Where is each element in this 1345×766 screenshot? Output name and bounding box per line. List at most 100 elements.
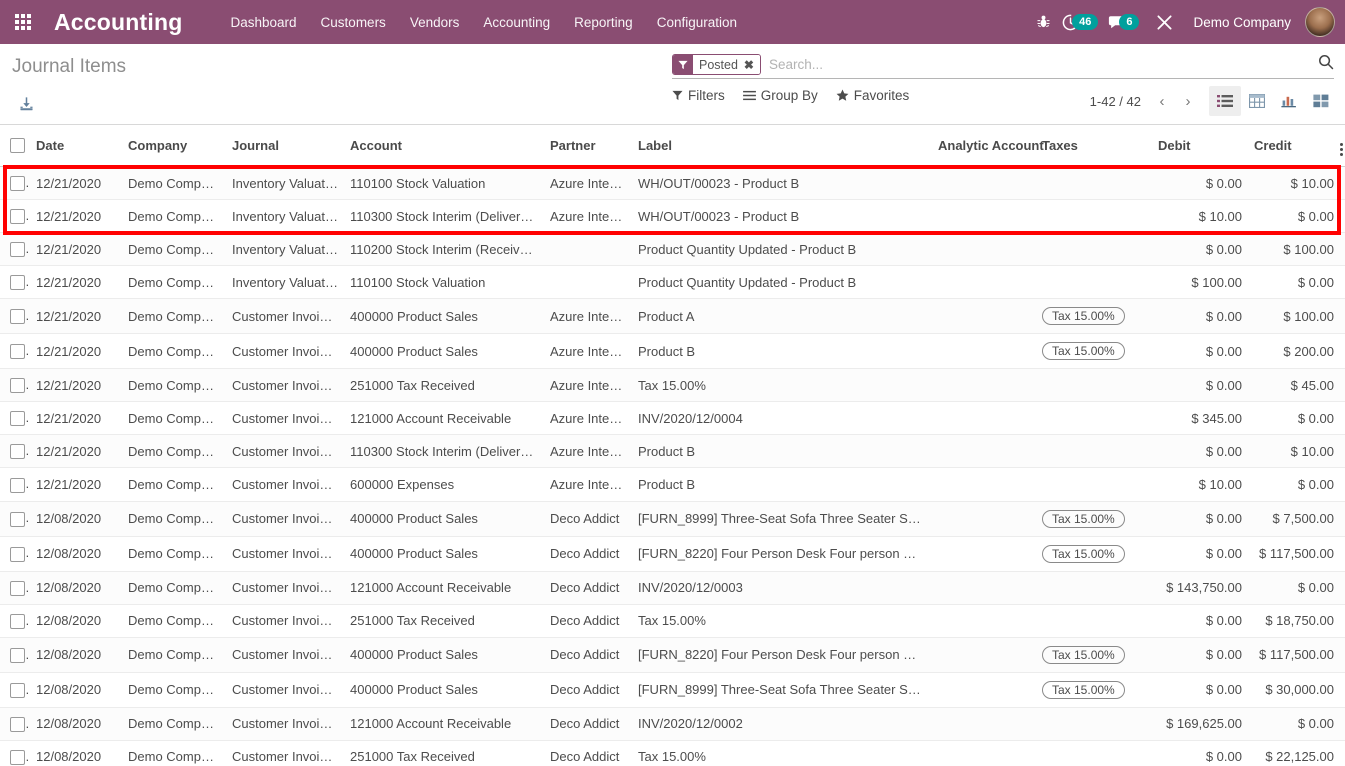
table-row[interactable]: 12/21/2020 Demo Company Customer Invoices 1… (0, 434, 1345, 469)
messages-menu[interactable]: 6 (1106, 14, 1141, 30)
header-taxes[interactable]: Taxes (1036, 125, 1152, 167)
cell-taxes (1036, 467, 1152, 502)
optional-columns-icon[interactable] (1340, 143, 1343, 156)
app-brand-title[interactable]: Accounting (54, 9, 183, 36)
row-checkbox[interactable] (10, 749, 25, 765)
header-credit[interactable]: Credit (1248, 125, 1340, 167)
row-checkbox[interactable] (10, 613, 25, 629)
row-checkbox[interactable] (10, 209, 25, 225)
search-facet-posted[interactable]: Posted ✖ (672, 54, 761, 75)
table-row[interactable]: 12/08/2020 Demo Company Customer Invoices 4… (0, 672, 1345, 708)
row-checkbox[interactable] (10, 682, 25, 698)
cell-options (1340, 672, 1345, 708)
cell-partner (544, 265, 632, 300)
row-checkbox[interactable] (10, 580, 25, 596)
menu-item-vendors[interactable]: Vendors (398, 9, 472, 36)
table-row[interactable]: 12/21/2020 Demo Company Customer Invoices 1… (0, 401, 1345, 436)
table-row[interactable]: 12/08/2020 Demo Company Customer Invoices 1… (0, 707, 1345, 741)
row-checkbox[interactable] (10, 275, 25, 291)
cell-credit: $ 117,500.00 (1248, 637, 1340, 673)
company-name[interactable]: Demo Company (1181, 15, 1303, 30)
row-checkbox[interactable] (10, 411, 25, 427)
header-company[interactable]: Company (122, 125, 226, 167)
row-checkbox[interactable] (10, 477, 25, 493)
menu-item-dashboard[interactable]: Dashboard (219, 9, 309, 36)
list-view-icon[interactable] (1209, 86, 1241, 116)
table-row[interactable]: 12/08/2020 Demo Company Customer Invoices 2… (0, 604, 1345, 638)
cell-credit: $ 22,125.00 (1248, 740, 1340, 766)
chevron-right-icon[interactable]: › (1177, 89, 1199, 113)
header-journal[interactable]: Journal (226, 125, 344, 167)
table-row[interactable]: 12/21/2020 Demo Company Customer Invoices 2… (0, 368, 1345, 403)
row-checkbox[interactable] (10, 647, 25, 663)
header-debit[interactable]: Debit (1152, 125, 1248, 167)
cell-credit: $ 10.00 (1248, 434, 1340, 469)
kanban-view-icon[interactable] (1305, 86, 1337, 116)
cell-date: 12/21/2020 (30, 401, 122, 436)
header-account[interactable]: Account (344, 125, 544, 167)
cell-date: 12/21/2020 (30, 467, 122, 502)
table-row[interactable]: 12/08/2020 Demo Company Customer Invoices 2… (0, 740, 1345, 766)
pivot-view-icon[interactable] (1241, 86, 1273, 116)
header-partner[interactable]: Partner (544, 125, 632, 167)
table-row[interactable]: 12/21/2020 Demo Company Inventory Valuatio… (0, 232, 1345, 267)
table-row[interactable]: 12/21/2020 Demo Company Inventory Valuatio… (0, 265, 1345, 300)
table-row[interactable]: 12/21/2020 Demo Company Inventory Valuatio… (0, 166, 1345, 201)
row-checkbox[interactable] (10, 444, 25, 460)
table-row[interactable]: 12/21/2020 Demo Company Customer Invoices 6… (0, 467, 1345, 502)
row-checkbox[interactable] (10, 309, 25, 325)
wrench-tools-icon[interactable] (1147, 5, 1181, 39)
magnifier-icon[interactable] (1312, 54, 1334, 75)
search-facet-remove-icon[interactable]: ✖ (741, 55, 760, 74)
cell-options (1340, 232, 1345, 267)
user-avatar[interactable] (1305, 7, 1335, 37)
cell-account: 121000 Account Receivable (344, 571, 544, 605)
group-by-button[interactable]: Group By (742, 88, 818, 103)
apps-grid-icon[interactable] (6, 5, 40, 39)
row-checkbox[interactable] (10, 242, 25, 258)
download-export-icon[interactable] (18, 96, 35, 118)
row-checkbox[interactable] (10, 546, 25, 562)
row-checkbox[interactable] (10, 378, 25, 394)
cell-partner: Azure Interior (544, 434, 632, 469)
menu-item-reporting[interactable]: Reporting (562, 9, 645, 36)
bug-icon[interactable] (1026, 5, 1060, 39)
table-row[interactable]: 12/08/2020 Demo Company Customer Invoices 1… (0, 571, 1345, 605)
cell-label: Product Quantity Updated - Product B (632, 265, 932, 300)
select-all-checkbox[interactable] (10, 138, 25, 154)
menu-item-configuration[interactable]: Configuration (645, 9, 749, 36)
row-checkbox[interactable] (10, 344, 25, 360)
cell-account: 110300 Stock Interim (Delivered) (344, 199, 544, 234)
cell-taxes (1036, 166, 1152, 201)
table-row[interactable]: 12/08/2020 Demo Company Customer Invoices 4… (0, 637, 1345, 673)
tax-badge: Tax 15.00% (1042, 645, 1125, 664)
activity-menu[interactable]: 46 (1060, 14, 1100, 31)
cell-credit: $ 30,000.00 (1248, 672, 1340, 708)
cell-credit: $ 7,500.00 (1248, 501, 1340, 537)
filters-button[interactable]: Filters (672, 88, 725, 103)
cell-label: [FURN_8999] Three-Seat Sofa Three Seater… (632, 501, 932, 537)
menu-item-accounting[interactable]: Accounting (471, 9, 562, 36)
graph-view-icon[interactable] (1273, 86, 1305, 116)
cell-analytic-account (932, 604, 1036, 638)
row-checkbox[interactable] (10, 176, 25, 192)
menu-item-customers[interactable]: Customers (309, 9, 398, 36)
table-row[interactable]: 12/08/2020 Demo Company Customer Invoices 4… (0, 536, 1345, 572)
chevron-left-icon[interactable]: ‹ (1151, 89, 1173, 113)
cell-debit: $ 0.00 (1152, 232, 1248, 267)
search-input[interactable] (760, 55, 1312, 74)
favorites-button[interactable]: Favorites (836, 88, 909, 103)
journal-items-table: Date Company Journal Account Partner Lab… (0, 125, 1345, 766)
header-date[interactable]: Date (30, 125, 122, 167)
table-row[interactable]: 12/21/2020 Demo Company Customer Invoices 4… (0, 333, 1345, 370)
row-checkbox[interactable] (10, 511, 25, 527)
header-analytic-account[interactable]: Analytic Account (932, 125, 1044, 167)
cell-credit: $ 100.00 (1248, 298, 1340, 335)
header-label[interactable]: Label (632, 125, 932, 167)
cell-date: 12/21/2020 (30, 166, 122, 201)
table-row[interactable]: 12/21/2020 Demo Company Inventory Valuatio… (0, 199, 1345, 234)
row-checkbox[interactable] (10, 716, 25, 732)
table-row[interactable]: 12/21/2020 Demo Company Customer Invoices 4… (0, 298, 1345, 335)
table-row[interactable]: 12/08/2020 Demo Company Customer Invoices 4… (0, 501, 1345, 537)
row-select-cell (0, 707, 30, 741)
